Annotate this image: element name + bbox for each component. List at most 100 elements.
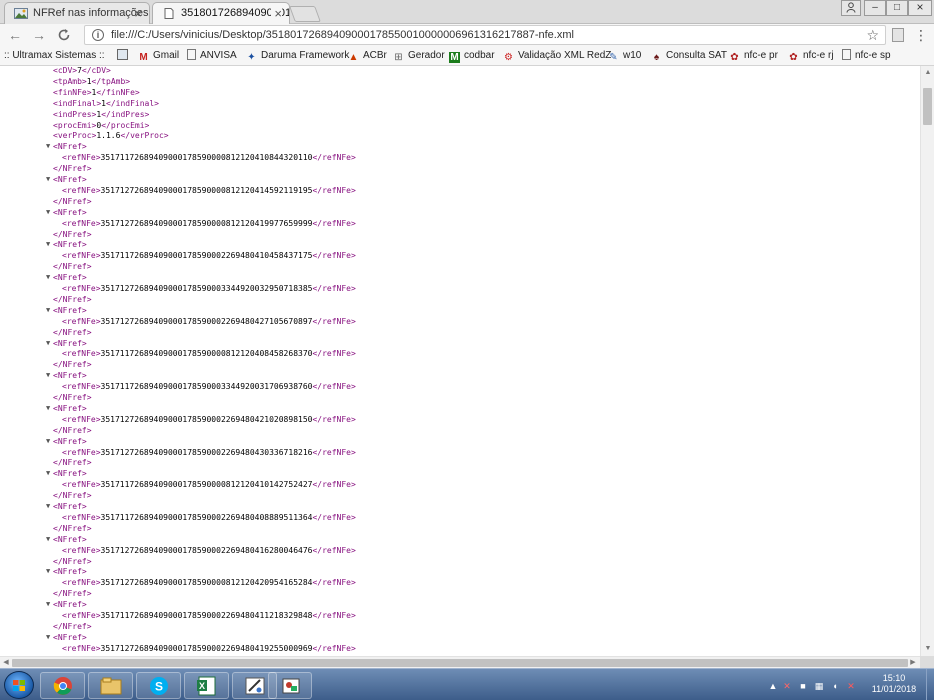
collapse-toggle-icon[interactable]: ▼ bbox=[46, 436, 50, 447]
scroll-left-icon[interactable]: ◀ bbox=[1, 658, 11, 668]
show-desktop-button[interactable] bbox=[926, 669, 934, 700]
bookmark-acbr[interactable]: ▲ ACBr bbox=[348, 48, 387, 64]
reload-icon bbox=[58, 29, 70, 41]
collapse-toggle-icon[interactable]: ▼ bbox=[46, 141, 50, 152]
bookmark-w10[interactable]: ✎ w10 bbox=[608, 48, 641, 64]
maximize-button[interactable]: □ bbox=[886, 0, 908, 16]
alert-icon[interactable]: ✕ bbox=[846, 681, 856, 691]
w10-icon: ✎ bbox=[609, 52, 618, 63]
bookmark-nfce-sp[interactable]: nfc-e sp bbox=[842, 48, 891, 64]
reload-button[interactable] bbox=[55, 26, 73, 44]
browser-toolbar: ← → i file:///C:/Users/vinicius/Desktop/… bbox=[0, 24, 934, 46]
bookmark-codbar[interactable]: Mcodbar bbox=[449, 48, 495, 64]
xml-open-tag: <refNFe> bbox=[62, 480, 101, 490]
collapse-toggle-icon[interactable]: ▼ bbox=[46, 468, 50, 479]
bookmark-nfce-pr[interactable]: ✿ nfc-e pr bbox=[729, 48, 778, 64]
xml-close-tag: </refNFe> bbox=[312, 349, 356, 359]
window-close-button[interactable]: × bbox=[908, 0, 932, 16]
tab-xml-file[interactable]: 3518017268940900017855001000000069613162… bbox=[152, 2, 290, 25]
new-tab-button[interactable] bbox=[289, 6, 321, 22]
taskbar-app[interactable] bbox=[268, 672, 312, 699]
collapse-toggle-icon[interactable]: ▼ bbox=[46, 305, 50, 316]
collapse-toggle-icon[interactable]: ▼ bbox=[46, 599, 50, 610]
m-icon: M bbox=[449, 52, 460, 63]
info-icon[interactable]: i bbox=[92, 29, 104, 41]
close-icon[interactable]: × bbox=[134, 3, 142, 24]
scrollbar-thumb[interactable] bbox=[923, 88, 932, 125]
collapse-toggle-icon[interactable]: ▼ bbox=[46, 566, 50, 577]
taskbar-excel[interactable]: X bbox=[184, 672, 229, 699]
extension-icon[interactable] bbox=[892, 28, 904, 42]
xml-close-tag: </refNFe> bbox=[312, 545, 356, 555]
xml-open-tag: <refNFe> bbox=[62, 611, 101, 620]
taskbar-chrome[interactable] bbox=[40, 672, 85, 699]
collapse-toggle-icon[interactable]: ▼ bbox=[46, 534, 50, 545]
taskbar-explorer[interactable] bbox=[88, 672, 133, 699]
vertical-scrollbar[interactable]: ▲ ▼ bbox=[920, 66, 934, 656]
bookmark-gerador[interactable]: ⊞ Gerador bbox=[393, 48, 444, 64]
nfref-open-line: <NFref> bbox=[53, 207, 87, 218]
system-clock[interactable]: 15:10 11/01/2018 bbox=[866, 673, 922, 695]
nfref-open-line: <NFref> bbox=[53, 403, 87, 414]
bookmark-image[interactable] bbox=[117, 48, 132, 64]
bookmark-ultramax[interactable]: :: Ultramax Sistemas :: bbox=[4, 48, 105, 64]
collapse-toggle-icon[interactable]: ▼ bbox=[46, 403, 50, 414]
scrollbar-thumb[interactable] bbox=[12, 659, 908, 667]
svg-text:S: S bbox=[155, 680, 163, 694]
bookmark-validacao[interactable]: ⚙ Validação XML RedZ bbox=[503, 48, 611, 64]
xml-open-tag: <NFref> bbox=[53, 436, 87, 446]
taskbar-skype[interactable]: S bbox=[136, 672, 181, 699]
bookmark-anvisa[interactable]: ANVISA bbox=[187, 48, 237, 64]
menu-icon[interactable]: ⋮ bbox=[914, 27, 928, 43]
bookmark-daruma[interactable]: ✦ Daruma Framework bbox=[246, 48, 349, 64]
xml-open-tag: <NFref> bbox=[53, 534, 87, 544]
collapse-toggle-icon[interactable]: ▼ bbox=[46, 501, 50, 512]
scroll-right-icon[interactable]: ▶ bbox=[908, 658, 918, 668]
collapse-toggle-icon[interactable]: ▼ bbox=[46, 174, 50, 185]
refnfe-key: 3517127268940900017859000081212041997765… bbox=[100, 218, 313, 228]
scroll-down-icon[interactable]: ▼ bbox=[923, 644, 933, 654]
nfref-close-line: </NFref> bbox=[53, 261, 92, 272]
collapse-toggle-icon[interactable]: ▼ bbox=[46, 632, 50, 643]
bookmark-consulta-sat[interactable]: ♠ Consulta SAT bbox=[651, 48, 727, 64]
bookmark-label: codbar bbox=[464, 50, 495, 61]
collapse-toggle-icon[interactable]: ▼ bbox=[46, 239, 50, 250]
refnfe-line: <refNFe>35171172689409000178590003344920… bbox=[62, 381, 356, 392]
user-icon[interactable] bbox=[841, 0, 861, 16]
refnfe-key: 3517117268940900017859000226948041121832… bbox=[100, 611, 313, 620]
minimize-button[interactable]: – bbox=[864, 0, 886, 16]
xml-element-line: <cDV>7</cDV> bbox=[53, 66, 111, 76]
collapse-toggle-icon[interactable]: ▼ bbox=[46, 338, 50, 349]
close-icon[interactable]: × bbox=[271, 3, 282, 24]
url-text[interactable]: file:///C:/Users/vinicius/Desktop/351801… bbox=[111, 29, 574, 41]
refnfe-key: 3517117268940900017859000081212040845826… bbox=[100, 349, 313, 359]
nfref-open-line: <NFref> bbox=[53, 501, 87, 512]
shield-icon[interactable]: ■ bbox=[798, 681, 808, 691]
xml-element-line: <indFinal>1</indFinal> bbox=[53, 98, 159, 109]
star-icon[interactable]: ☆ bbox=[866, 27, 879, 44]
tab-nfref[interactable]: NFRef nas informações ce × bbox=[4, 2, 150, 24]
xml-open-tag: <refNFe> bbox=[62, 185, 101, 195]
flag-icon[interactable]: ✕ bbox=[782, 681, 792, 691]
volume-icon[interactable]: ◖ bbox=[830, 681, 840, 691]
start-button[interactable] bbox=[4, 671, 34, 699]
svg-text:X: X bbox=[199, 681, 205, 691]
scroll-up-icon[interactable]: ▲ bbox=[923, 68, 933, 78]
arrow-up-icon[interactable]: ▲ bbox=[768, 681, 778, 691]
collapse-toggle-icon[interactable]: ▼ bbox=[46, 207, 50, 218]
network-icon[interactable]: ▦ bbox=[814, 681, 824, 691]
address-bar[interactable]: i file:///C:/Users/vinicius/Desktop/3518… bbox=[84, 25, 886, 45]
forward-button[interactable]: → bbox=[30, 26, 48, 44]
collapse-toggle-icon[interactable]: ▼ bbox=[46, 370, 50, 381]
refnfe-key: 3517127268940900017859000334492003295071… bbox=[100, 284, 313, 293]
collapse-toggle-icon[interactable]: ▼ bbox=[46, 272, 50, 283]
bookmark-gmail[interactable]: M Gmail bbox=[138, 48, 179, 64]
refnfe-line: <refNFe>35171172689409000178590002269480… bbox=[62, 250, 356, 261]
xml-close-tag: </refNFe> bbox=[312, 447, 356, 457]
back-button[interactable]: ← bbox=[6, 26, 24, 44]
horizontal-scrollbar[interactable]: ◀ ▶ bbox=[0, 656, 920, 668]
bookmark-nfce-rj[interactable]: ✿ nfc-e rj bbox=[788, 48, 833, 64]
xml-open-tag: <refNFe> bbox=[62, 512, 101, 522]
xml-open-tag: <NFref> bbox=[53, 502, 87, 511]
nfref-open-line: <NFref> bbox=[53, 174, 87, 185]
